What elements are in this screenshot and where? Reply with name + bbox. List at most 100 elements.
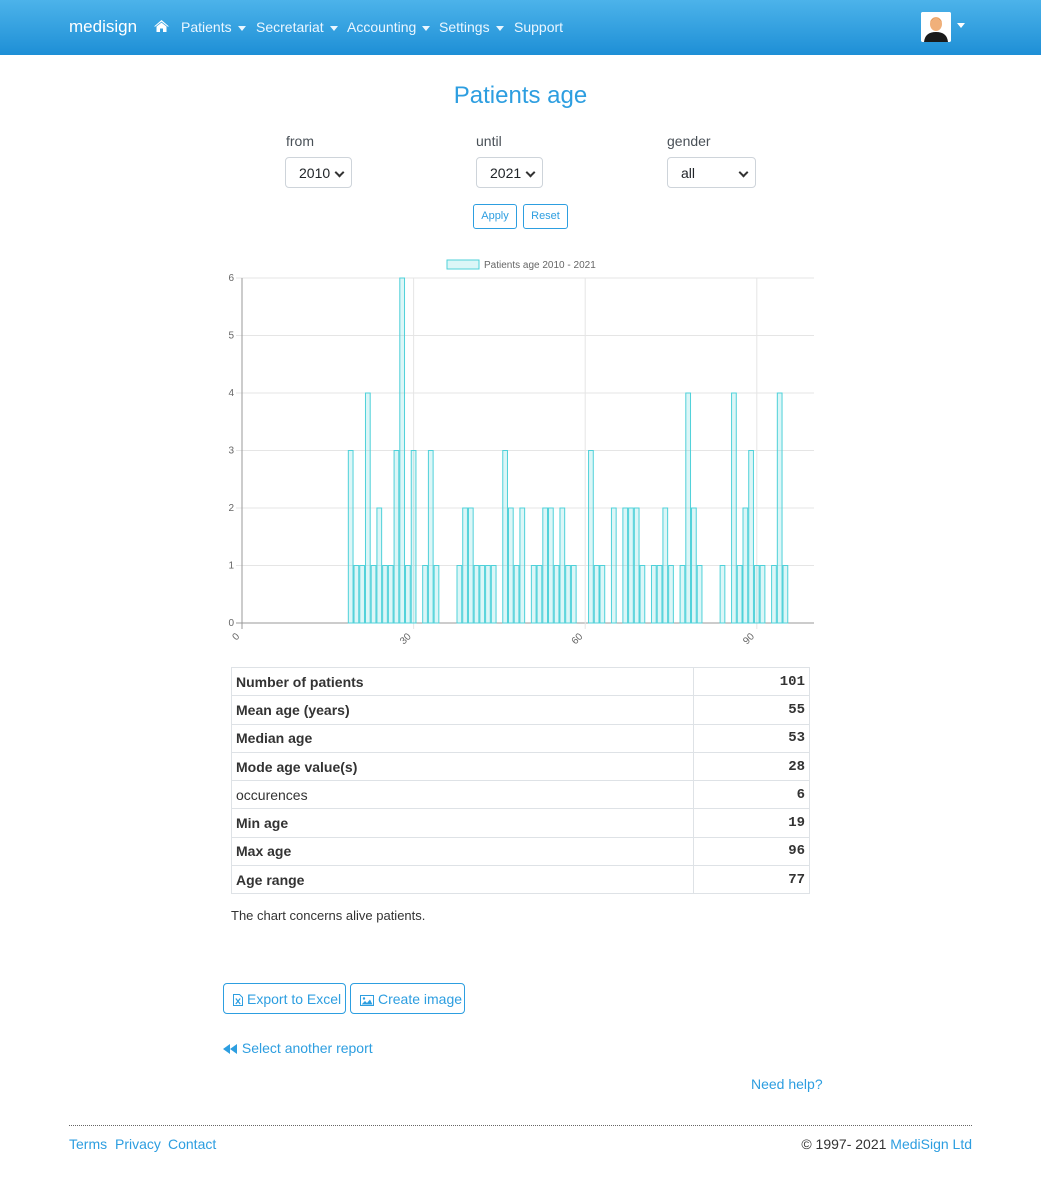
stat-label: Max age (231, 836, 694, 867)
image-icon (360, 993, 374, 1009)
histogram-bar (639, 565, 646, 624)
stat-value: 101 (693, 666, 810, 697)
y-tick-label: 2 (228, 503, 234, 514)
histogram-bar (776, 392, 783, 624)
histogram-bar (719, 565, 726, 624)
histogram-bar (588, 450, 594, 624)
stat-label: Age range (231, 865, 694, 895)
histogram-bar (742, 507, 749, 624)
until-year-select[interactable]: 2021 (476, 157, 543, 188)
chevron-down-icon (422, 25, 431, 31)
y-tick-label: 4 (228, 388, 234, 399)
top-navbar: medisign Patients Secretariat Accounting… (0, 0, 1041, 55)
chevron-down-icon (495, 25, 504, 31)
histogram-bar (502, 450, 508, 624)
reset-button[interactable]: Reset (523, 204, 568, 229)
user-avatar[interactable] (921, 12, 951, 42)
histogram-bar (387, 565, 394, 624)
stat-label: Median age (231, 723, 694, 753)
nav-accounting[interactable]: Accounting (347, 19, 431, 35)
histogram-bar (467, 507, 474, 624)
histogram-bar (599, 565, 606, 624)
stat-label: Min age (231, 808, 694, 838)
histogram-bar (530, 565, 537, 624)
histogram-bar (736, 565, 743, 624)
nav-patients[interactable]: Patients (181, 19, 246, 35)
legend-label: Patients age 2010 - 2021 (484, 260, 596, 271)
backward-icon (223, 1040, 238, 1056)
export-excel-button[interactable]: Export to Excel (223, 983, 346, 1014)
histogram-bar (610, 507, 617, 624)
x-tick-label: 0 (230, 631, 242, 643)
stat-value: 77 (693, 865, 810, 895)
histogram-bar (731, 392, 737, 624)
terms-link[interactable]: Terms (69, 1136, 107, 1152)
histogram-bar (473, 565, 480, 624)
histogram-bar (553, 565, 560, 624)
contact-link[interactable]: Contact (168, 1136, 216, 1152)
histogram-bar (593, 565, 600, 624)
histogram-bar (536, 565, 543, 624)
stat-value: 19 (693, 808, 810, 838)
stat-label: Mode age value(s) (231, 751, 694, 782)
stat-value: 53 (693, 723, 810, 753)
from-year-select[interactable]: 2010 (285, 157, 352, 188)
need-help-link[interactable]: Need help? (751, 1076, 823, 1092)
histogram-bar (347, 450, 354, 624)
chevron-down-icon (237, 25, 246, 31)
gender-label: gender (667, 133, 711, 149)
age-histogram-chart: 01234560 30 60 90Patients age 2010 - 2021 (228, 259, 814, 647)
legend-swatch (446, 259, 480, 270)
histogram-bar (685, 392, 692, 624)
stat-label: occurences (231, 780, 694, 810)
stat-value: 96 (693, 836, 810, 867)
select-another-report-link[interactable]: Select another report (223, 1040, 373, 1056)
table-row: Mean age (years) 55 (231, 695, 810, 725)
x-tick-label: 90 (741, 631, 757, 647)
create-image-button[interactable]: Create image (350, 983, 465, 1014)
apply-button[interactable]: Apply (473, 204, 517, 229)
histogram-bar (433, 565, 440, 624)
histogram-bar (462, 507, 468, 624)
histogram-bar (691, 507, 697, 624)
table-row: occurences 6 (231, 780, 810, 810)
table-row: Median age 53 (231, 723, 810, 753)
chevron-down-icon (738, 167, 749, 178)
privacy-link[interactable]: Privacy (115, 1136, 161, 1152)
y-tick-label: 3 (228, 446, 234, 457)
home-icon[interactable] (153, 19, 170, 38)
table-row: Age range 77 (231, 865, 810, 895)
chevron-down-icon (334, 167, 345, 178)
table-row: Mode age value(s) 28 (231, 751, 810, 782)
histogram-bar (490, 565, 497, 624)
histogram-bar (359, 565, 365, 624)
histogram-bar (519, 507, 526, 624)
nav-support[interactable]: Support (514, 19, 563, 35)
histogram-bar (364, 392, 371, 624)
stat-value: 28 (693, 751, 810, 782)
company-link[interactable]: MediSign Ltd (890, 1136, 972, 1152)
histogram-bar (559, 507, 566, 624)
chevron-down-icon[interactable] (957, 23, 965, 28)
histogram-bar (748, 450, 754, 624)
histogram-bar (548, 507, 554, 624)
nav-settings[interactable]: Settings (439, 19, 504, 35)
from-label: from (286, 133, 314, 149)
brand-logo[interactable]: medisign (69, 17, 137, 37)
histogram-bar (456, 565, 463, 624)
table-row: Max age 96 (231, 836, 810, 867)
footer-divider (69, 1125, 972, 1126)
histogram-bar (753, 565, 760, 624)
nav-secretariat[interactable]: Secretariat (256, 19, 338, 35)
histogram-bar (427, 450, 434, 624)
histogram-bar (650, 565, 657, 624)
histogram-bar (479, 565, 486, 624)
page-title: Patients age (453, 82, 588, 109)
histogram-bar (399, 277, 406, 624)
gender-select[interactable]: all (667, 157, 756, 188)
x-tick-label: 60 (570, 631, 586, 647)
histogram-bar (370, 565, 377, 624)
histogram-bar (422, 565, 428, 624)
stat-label: Mean age (years) (231, 695, 694, 725)
stat-value: 6 (693, 780, 810, 810)
